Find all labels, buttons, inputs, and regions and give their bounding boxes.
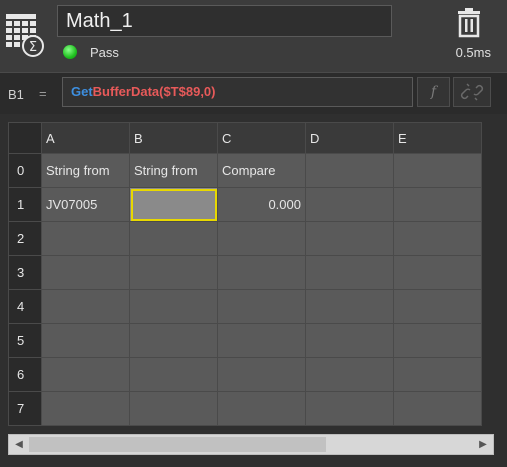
table-row: 5 <box>8 323 482 358</box>
link-button[interactable] <box>453 77 491 107</box>
cell-b7[interactable] <box>129 391 218 426</box>
table-row: 4 <box>8 289 482 324</box>
trash-icon[interactable] <box>456 8 482 38</box>
table-row: 6 <box>8 357 482 392</box>
cell-e1[interactable] <box>393 187 482 222</box>
cell-reference: B1 <box>8 87 24 102</box>
cell-e6[interactable] <box>393 357 482 392</box>
cell-b0[interactable]: String from <box>129 153 218 188</box>
tool-name-field[interactable]: Math_1 <box>57 5 392 37</box>
cell-c4[interactable] <box>217 289 306 324</box>
column-header-c[interactable]: C <box>217 122 306 154</box>
column-header-a[interactable]: A <box>41 122 130 154</box>
table-row: 2 <box>8 221 482 256</box>
cell-b6[interactable] <box>129 357 218 392</box>
cell-e4[interactable] <box>393 289 482 324</box>
row-header[interactable]: 1 <box>8 187 42 222</box>
cell-a5[interactable] <box>41 323 130 358</box>
cell-d7[interactable] <box>305 391 394 426</box>
formula-input[interactable]: GetBufferData($T$89,0) <box>62 77 413 107</box>
row-header[interactable]: 5 <box>8 323 42 358</box>
cell-a2[interactable] <box>41 221 130 256</box>
grid-corner <box>8 122 42 154</box>
equals-sign: = <box>39 86 47 101</box>
cell-a4[interactable] <box>41 289 130 324</box>
scroll-left-arrow-icon[interactable]: ◀ <box>9 435 29 454</box>
cell-d6[interactable] <box>305 357 394 392</box>
cell-c6[interactable] <box>217 357 306 392</box>
cell-d4[interactable] <box>305 289 394 324</box>
cell-c1[interactable]: 0.000 <box>217 187 306 222</box>
column-header-b[interactable]: B <box>129 122 218 154</box>
scroll-thumb[interactable] <box>29 437 326 452</box>
column-header-d[interactable]: D <box>305 122 394 154</box>
execution-time: 0.5ms <box>455 45 491 60</box>
cell-c7[interactable] <box>217 391 306 426</box>
cell-c5[interactable] <box>217 323 306 358</box>
cell-e7[interactable] <box>393 391 482 426</box>
cell-a7[interactable] <box>41 391 130 426</box>
cell-b3[interactable] <box>129 255 218 290</box>
cell-a3[interactable] <box>41 255 130 290</box>
formula-function-prefix: Get <box>71 84 93 99</box>
cell-d1[interactable] <box>305 187 394 222</box>
table-row: 1 JV07005 0.000 <box>8 187 482 222</box>
row-header[interactable]: 0 <box>8 153 42 188</box>
horizontal-scrollbar[interactable]: ◀ ▶ <box>8 434 494 455</box>
svg-text:Σ: Σ <box>29 40 37 55</box>
function-button[interactable]: f <box>417 77 450 107</box>
cell-c0[interactable]: Compare <box>217 153 306 188</box>
scroll-right-arrow-icon[interactable]: ▶ <box>473 435 493 454</box>
cell-e2[interactable] <box>393 221 482 256</box>
row-header[interactable]: 2 <box>8 221 42 256</box>
status-label: Pass <box>90 45 119 60</box>
cell-b2[interactable] <box>129 221 218 256</box>
cell-a6[interactable] <box>41 357 130 392</box>
row-header[interactable]: 6 <box>8 357 42 392</box>
cell-c2[interactable] <box>217 221 306 256</box>
spreadsheet-math-icon: Σ <box>6 14 44 57</box>
row-header[interactable]: 3 <box>8 255 42 290</box>
cell-b1-selected[interactable] <box>129 187 218 222</box>
row-header[interactable]: 7 <box>8 391 42 426</box>
cell-e3[interactable] <box>393 255 482 290</box>
spreadsheet-grid: A B C D E 0 String from String from Comp… <box>8 122 482 426</box>
cell-d3[interactable] <box>305 255 394 290</box>
status-indicator-icon <box>63 45 77 59</box>
row-header[interactable]: 4 <box>8 289 42 324</box>
table-row: 7 <box>8 391 482 426</box>
cell-c3[interactable] <box>217 255 306 290</box>
cell-d2[interactable] <box>305 221 394 256</box>
cell-b5[interactable] <box>129 323 218 358</box>
cell-e0[interactable] <box>393 153 482 188</box>
cell-e5[interactable] <box>393 323 482 358</box>
cell-b4[interactable] <box>129 289 218 324</box>
column-header-e[interactable]: E <box>393 122 482 154</box>
table-row: 3 <box>8 255 482 290</box>
formula-function-rest: BufferData($T$89,0) <box>92 84 216 99</box>
link-icon <box>460 83 484 101</box>
table-row: 0 String from String from Compare <box>8 153 482 188</box>
cell-d5[interactable] <box>305 323 394 358</box>
cell-a0[interactable]: String from <box>41 153 130 188</box>
cell-a1[interactable]: JV07005 <box>41 187 130 222</box>
cell-d0[interactable] <box>305 153 394 188</box>
